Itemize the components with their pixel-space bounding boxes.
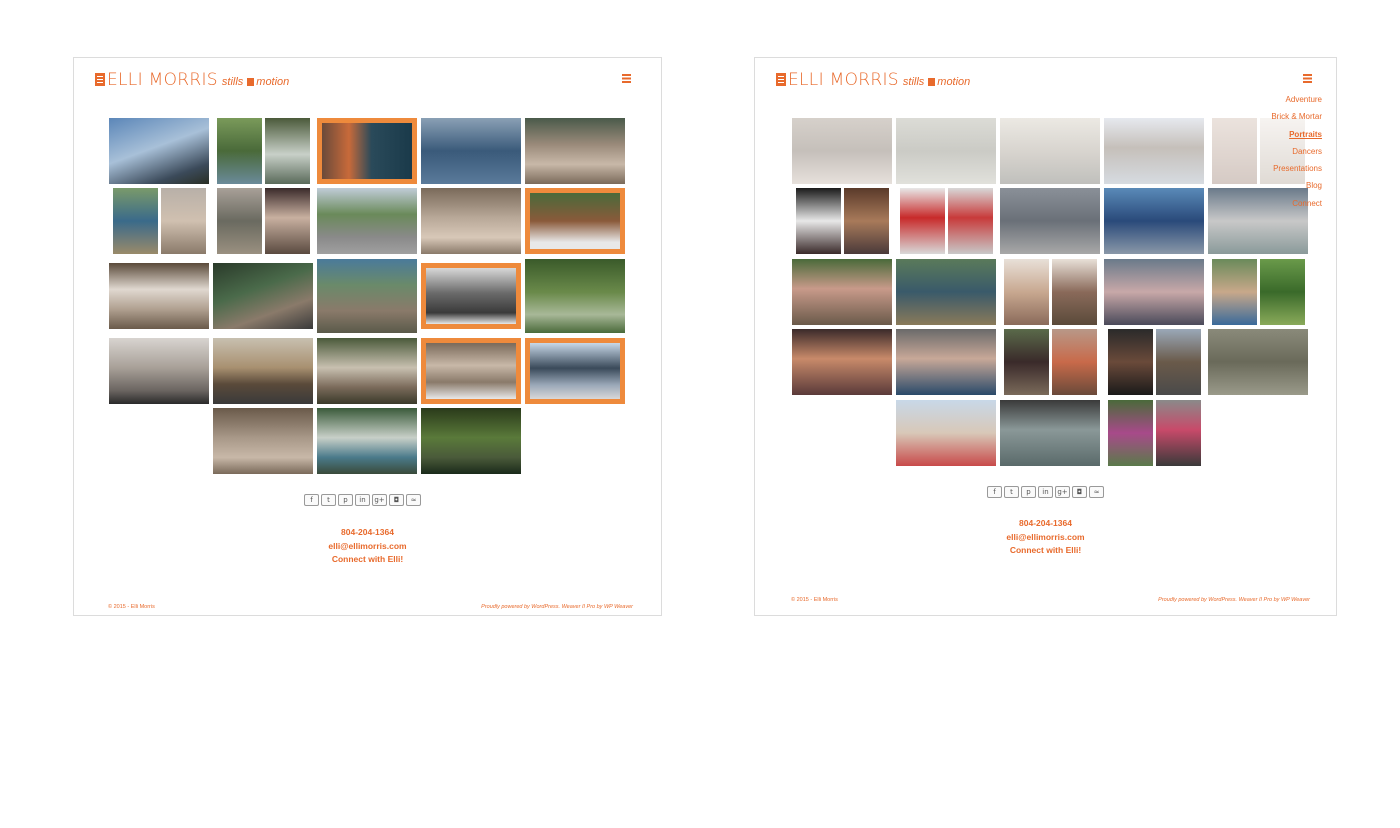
menu-hamburger-icon[interactable] <box>1303 74 1312 83</box>
main-menu: Adventure Brick & Mortar Portraits Dancers P… <box>1271 91 1322 212</box>
gallery-photo-bike-bridge[interactable] <box>317 188 417 254</box>
portrait-photo-face[interactable] <box>1104 118 1204 184</box>
gallery-photo-whitewater[interactable] <box>109 263 209 329</box>
footer-copyright: © 2015 - Elli Morris <box>791 597 838 603</box>
email-link[interactable]: elli@ellimorris.com <box>755 531 1336 545</box>
contact-block: 804-204-1364 elli@ellimorris.com Connect… <box>755 517 1336 558</box>
portrait-photo-beach[interactable] <box>896 400 996 466</box>
portrait-photo-blue-wall[interactable] <box>1104 188 1204 254</box>
portrait-photo-underpass[interactable] <box>1000 400 1100 466</box>
tagline-motion: motion <box>256 76 290 88</box>
portrait-photo-tree[interactable] <box>896 118 996 184</box>
gallery-photo-river-wave[interactable] <box>213 408 313 474</box>
portrait-photo-dog-pair[interactable] <box>796 188 889 254</box>
tagline-stills: stills <box>221 76 244 88</box>
stumbleupon-icon[interactable]: ≈ <box>406 494 421 506</box>
pocket-icon[interactable]: ◘ <box>1072 486 1087 498</box>
gallery-photo-surfer[interactable] <box>421 188 521 254</box>
portrait-photo-man-pair[interactable] <box>1108 329 1201 395</box>
linkedin-icon[interactable]: in <box>355 494 370 506</box>
portrait-photo-sunset[interactable] <box>1000 118 1100 184</box>
gallery-video-freestyle[interactable] <box>421 338 521 404</box>
portrait-photo-baby-pair[interactable] <box>1004 259 1097 325</box>
logo-name: ELLI MORRIS <box>788 70 899 90</box>
pinterest-icon[interactable]: p <box>338 494 353 506</box>
portrait-photo-umbrella[interactable] <box>896 259 996 325</box>
menu-item-presentations[interactable]: Presentations <box>1271 160 1322 177</box>
portrait-photo-woman-pair[interactable] <box>1004 329 1097 395</box>
adventure-page: ELLI MORRIS stills motion f t p in g+ ◘ … <box>73 57 662 616</box>
phone-link[interactable]: 804-204-1364 <box>755 517 1336 531</box>
menu-item-dancers[interactable]: Dancers <box>1271 143 1322 160</box>
tagline-mark-icon <box>247 78 255 86</box>
portrait-photo-infant[interactable] <box>896 329 996 395</box>
footer-copyright: © 2015 - Elli Morris <box>108 604 155 610</box>
facebook-icon[interactable]: f <box>304 494 319 506</box>
gallery-photo-climb-pair[interactable] <box>113 188 206 254</box>
portrait-photo-red-dress-pair[interactable] <box>900 188 993 254</box>
portrait-photo-girl-dots[interactable] <box>792 259 892 325</box>
connect-link[interactable]: Connect with Elli! <box>755 544 1336 558</box>
site-logo[interactable]: ELLI MORRIS stills motion <box>776 70 970 90</box>
gallery-video-surf-wave[interactable] <box>525 338 625 404</box>
footer-powered-by[interactable]: Proudly powered by WordPress. Weaver II … <box>481 604 633 610</box>
logo-mark-icon <box>776 73 786 86</box>
gallery-photo-sunset-sup[interactable] <box>213 338 313 404</box>
gallery-photo-portage-pair[interactable] <box>217 188 310 254</box>
portrait-photo-boy-leaf-pair[interactable] <box>1212 259 1305 325</box>
share-buttons: f t p in g+ ◘ ≈ <box>987 486 1104 498</box>
pocket-icon[interactable]: ◘ <box>389 494 404 506</box>
stumbleupon-icon[interactable]: ≈ <box>1089 486 1104 498</box>
pinterest-icon[interactable]: p <box>1021 486 1036 498</box>
gallery-photo-kayak-race[interactable] <box>317 338 417 404</box>
logo-mark-icon <box>95 73 105 86</box>
gallery-video-river[interactable] <box>525 188 625 254</box>
portrait-photo-blanket[interactable] <box>1104 259 1204 325</box>
facebook-icon[interactable]: f <box>987 486 1002 498</box>
footer-powered-by[interactable]: Proudly powered by WordPress. Weaver II … <box>1158 597 1310 603</box>
portrait-photo-toddler[interactable] <box>792 329 892 395</box>
menu-item-adventure[interactable]: Adventure <box>1271 91 1322 108</box>
connect-link[interactable]: Connect with Elli! <box>74 553 661 567</box>
gallery-photo-surf-river[interactable] <box>421 118 521 184</box>
gallery-photo-runner[interactable] <box>525 259 625 333</box>
portrait-photo-fence[interactable] <box>1208 329 1308 395</box>
menu-item-connect[interactable]: Connect <box>1271 195 1322 212</box>
portrait-photo-couple[interactable] <box>792 118 892 184</box>
gallery-photo-bmx[interactable] <box>109 118 209 184</box>
gallery-video-bridge[interactable] <box>421 263 521 329</box>
gallery-photo-paddleboard-solo[interactable] <box>109 338 209 404</box>
twitter-icon[interactable]: t <box>1004 486 1019 498</box>
gallery-photo-forest-creek[interactable] <box>421 408 521 474</box>
menu-hamburger-icon[interactable] <box>622 74 631 83</box>
email-link[interactable]: elli@ellimorris.com <box>74 540 661 554</box>
menu-item-portraits[interactable]: Portraits <box>1271 126 1322 143</box>
twitter-icon[interactable]: t <box>321 494 336 506</box>
portrait-photo-alley[interactable] <box>1000 188 1100 254</box>
contact-block: 804-204-1364 elli@ellimorris.com Connect… <box>74 526 661 567</box>
phone-link[interactable]: 804-204-1364 <box>74 526 661 540</box>
menu-item-brick-mortar[interactable]: Brick & Mortar <box>1271 108 1322 125</box>
gallery-photo-kayak-pair[interactable] <box>217 118 310 184</box>
tagline-stills: stills <box>902 76 925 88</box>
logo-name: ELLI MORRIS <box>107 70 218 90</box>
menu-item-blog[interactable]: Blog <box>1271 177 1322 194</box>
logo-tagline: stills motion <box>222 76 289 88</box>
tagline-motion: motion <box>937 76 971 88</box>
gallery-photo-rapids[interactable] <box>525 118 625 184</box>
linkedin-icon[interactable]: in <box>1038 486 1053 498</box>
gallery-photo-night-bike[interactable] <box>213 263 313 329</box>
gallery-video-great-return[interactable] <box>317 118 417 184</box>
googleplus-icon[interactable]: g+ <box>1055 486 1070 498</box>
site-logo[interactable]: ELLI MORRIS stills motion <box>95 70 289 90</box>
googleplus-icon[interactable]: g+ <box>372 494 387 506</box>
portraits-page: ELLI MORRIS stills motion Adventure Bric… <box>754 57 1337 616</box>
portrait-photo-hoop-pair[interactable] <box>1108 400 1201 466</box>
gallery-photo-team[interactable] <box>317 259 417 333</box>
share-buttons: f t p in g+ ◘ ≈ <box>304 494 421 506</box>
logo-tagline: stills motion <box>903 76 970 88</box>
gallery-photo-kayaker-red[interactable] <box>317 408 417 474</box>
tagline-mark-icon <box>928 78 936 86</box>
